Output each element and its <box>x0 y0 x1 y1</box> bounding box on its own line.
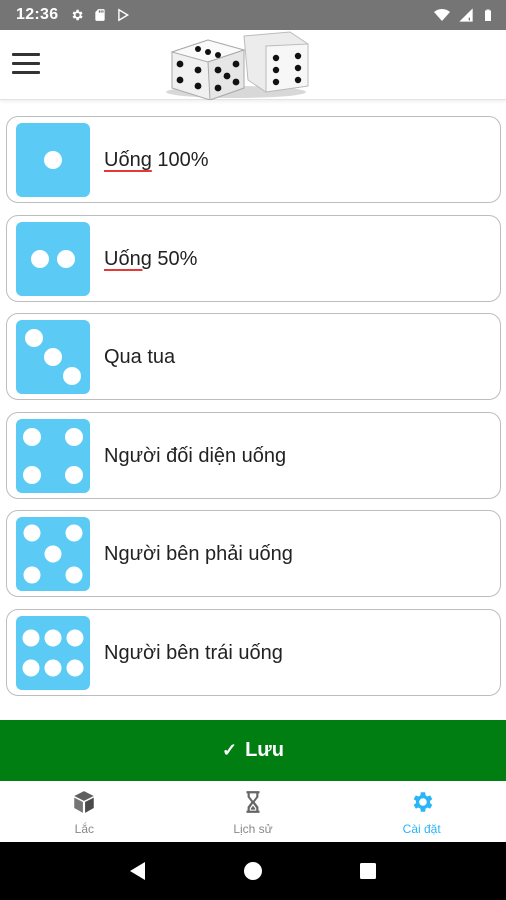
check-icon: ✓ <box>221 740 238 760</box>
option-card-3[interactable]: Qua tua <box>6 313 501 400</box>
tab-settings-label: Cài đặt <box>402 822 441 836</box>
bottom-navigation: Lắc Lịch sử Cài đặt <box>0 781 506 842</box>
option-card-5[interactable]: Người bên phải uống <box>6 510 501 597</box>
hourglass-icon <box>246 791 260 813</box>
play-store-icon <box>118 8 130 22</box>
status-bar: 12:36 <box>0 0 506 30</box>
tab-settings[interactable]: Cài đặt <box>337 781 506 842</box>
status-left-icons <box>70 8 130 22</box>
tab-history[interactable]: Lịch sử <box>169 781 338 842</box>
die-face-4-icon <box>16 418 90 493</box>
status-time: 12:36 <box>16 6 59 23</box>
option-label: Người bên phải uống <box>104 543 293 565</box>
die-face-6-icon <box>16 615 90 690</box>
android-nav-bar <box>0 842 506 900</box>
gear-icon <box>413 792 432 812</box>
sd-card-icon <box>95 9 106 21</box>
option-card-1[interactable]: Uống 100% <box>6 116 501 203</box>
option-label: Người bên trái uống <box>104 641 283 664</box>
die-face-2-icon <box>16 221 90 296</box>
die-face-3-icon <box>16 320 90 394</box>
option-card-6[interactable]: Người bên trái uống <box>6 608 501 696</box>
option-label: Uống 100% <box>104 149 209 171</box>
option-label: Qua tua <box>104 346 176 368</box>
option-label: Người đối diện uống <box>104 444 287 467</box>
save-button-label: Lưu <box>245 739 284 761</box>
die-face-1-icon <box>16 123 90 197</box>
signal-icon <box>459 8 473 22</box>
save-button[interactable]: ✓ Lưu <box>0 720 506 781</box>
option-card-2[interactable]: Uống 50% <box>6 214 501 302</box>
home-icon[interactable] <box>241 859 265 883</box>
option-label: Uống 50% <box>104 247 198 270</box>
hamburger-menu-icon[interactable] <box>12 52 40 76</box>
app-bar <box>0 30 506 100</box>
dice-logo <box>166 31 309 100</box>
wifi-icon <box>434 8 450 21</box>
recents-icon[interactable] <box>356 859 380 883</box>
tab-shake-label: Lắc <box>74 822 95 836</box>
cube-icon <box>74 791 95 813</box>
option-card-4[interactable]: Người đối diện uống <box>6 411 501 499</box>
tab-history-label: Lịch sử <box>233 822 273 836</box>
battery-icon <box>485 9 491 21</box>
dice-rules-list: Uống 100% Uống 50% Qua tua Người đối diệ… <box>6 116 501 707</box>
gear-icon <box>72 9 84 21</box>
back-icon[interactable] <box>126 859 150 883</box>
status-right-icons <box>434 6 494 24</box>
die-face-5-icon <box>16 517 90 591</box>
tab-shake[interactable]: Lắc <box>0 781 169 842</box>
